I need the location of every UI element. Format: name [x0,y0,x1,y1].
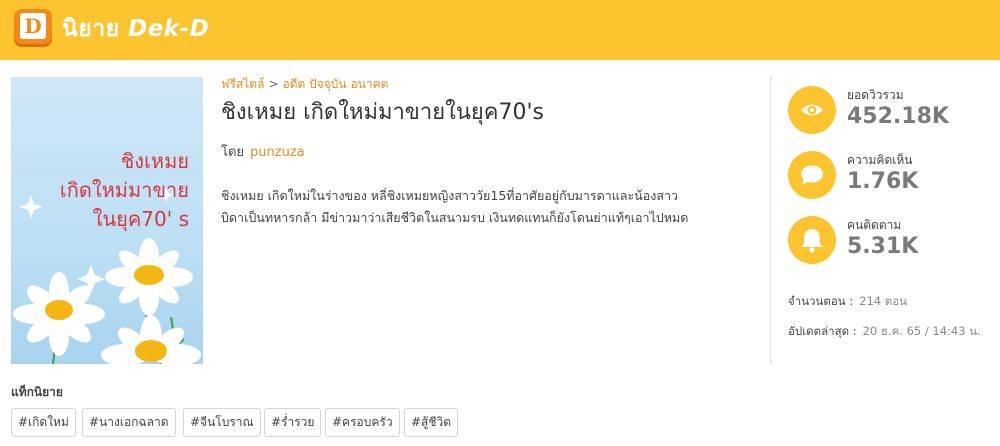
site-name-brand: Dek-D [128,16,210,42]
tag-chip[interactable]: #ร่ำรวย [264,408,322,437]
stat-label: ยอดวิวรวม [847,88,904,102]
tag-chip[interactable]: #จีนโบราณ [183,408,261,437]
novel-synopsis: ชิงเหมย เกิดใหม่ในร่างของ หลี่ชิงเหมยหญิ… [221,185,751,229]
breadcrumb-genre-link[interactable]: ฟรีสไตล์ [221,77,264,91]
cover-title-line: ในยุค70' s [92,207,189,231]
cover-title-text: ชิงเหมย เกิดใหม่มาขาย ในยุค70' s [14,147,189,234]
stat-value: 1.76K [847,169,919,194]
tag-chip[interactable]: #นางเอกฉลาด [82,408,176,437]
tags-heading: แท็กนิยาย [11,385,63,399]
top-header-bar: D นิยาย Dek-D [0,0,1000,60]
author-link[interactable]: punzuza [250,145,305,160]
stat-label: คนติดตาม [847,218,902,232]
tag-chip[interactable]: #ครอบครัว [325,408,400,437]
stat-views: ยอดวิวรวม 452.18K [788,86,988,136]
last-updated: อัปเดตล่าสุด : 20 ธ.ค. 65 / 14:43 น. [788,323,981,339]
eye-icon [788,86,836,134]
by-label: โดย [221,145,245,160]
tag-chip[interactable]: #สู้ชีวิต [404,408,459,437]
logo-letter: D [20,13,46,39]
breadcrumb-separator: > [268,77,279,91]
synopsis-line: บิดาเป็นทหารกล้า มีข่าวมาว่าเสียชีวิตในส… [221,210,689,225]
episodes-label: จำนวนตอน : [788,294,854,308]
author-row: โดย punzuza [221,144,305,162]
stat-value: 452.18K [847,104,949,129]
tag-chip[interactable]: #เกิดใหม่ [11,408,76,437]
episodes-count: จำนวนตอน : 214 ตอน [788,293,907,309]
vertical-divider [770,76,771,364]
dekd-logo-icon[interactable]: D [14,9,52,47]
stat-value: 5.31K [847,234,919,259]
updated-value: 20 ธ.ค. 65 / 14:43 น. [862,324,981,338]
synopsis-line: ชิงเหมย เกิดใหม่ในร่างของ หลี่ชิงเหมยหญิ… [221,188,678,203]
breadcrumb-subgenre-link[interactable]: อดีต ปัจจุบัน อนาคต [283,77,389,91]
stat-comments: ความคิดเห็น 1.76K [788,151,988,201]
stat-followers: คนติดตาม 5.31K [788,216,988,266]
site-name-thai: นิยาย [62,16,120,42]
novel-cover-image[interactable]: ชิงเหมย เกิดใหม่มาขาย ในยุค70' s [11,77,203,364]
cover-title-line: เกิดใหม่มาขาย [59,178,189,202]
bell-icon [788,216,836,264]
genre-breadcrumb: ฟรีสไตล์ > อดีต ปัจจุบัน อนาคต [221,76,388,92]
updated-label: อัปเดตล่าสุด : [788,324,857,338]
comment-icon [788,151,836,199]
stat-label: ความคิดเห็น [847,153,913,167]
site-logo-text[interactable]: นิยาย Dek-D [62,14,209,44]
novel-title: ชิงเหมย เกิดใหม่มาขายในยุค70's [221,100,544,125]
cover-title-line: ชิงเหมย [120,149,189,173]
episodes-value: 214 ตอน [859,294,907,308]
